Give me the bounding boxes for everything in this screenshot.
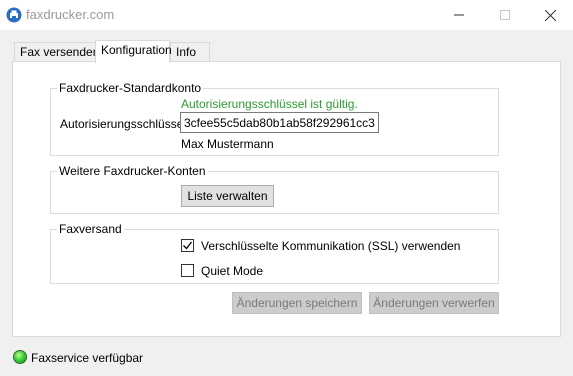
fax-send-group: Faxversand Verschlüsselte Kommunikation …: [50, 222, 499, 284]
tab-strip: Fax versenden Konfiguration Info: [0, 40, 573, 63]
key-valid-message: Autorisierungsschlüssel ist gültig.: [181, 97, 358, 111]
checkmark-icon: [183, 241, 193, 250]
fax-send-legend: Faxversand: [57, 222, 124, 236]
authorization-key-input[interactable]: [180, 112, 379, 133]
minimize-icon: [454, 14, 464, 16]
close-icon: [544, 9, 556, 21]
fax-printer-app-icon: [6, 7, 22, 23]
tab-info[interactable]: Info: [170, 42, 210, 62]
quiet-mode-label[interactable]: Quiet Mode: [201, 264, 263, 278]
tab-fax-versenden[interactable]: Fax versenden: [14, 42, 99, 62]
ssl-label[interactable]: Verschlüsselte Kommunikation (SSL) verwe…: [201, 239, 460, 253]
account-user-name: Max Mustermann: [181, 137, 274, 151]
discard-changes-button[interactable]: Änderungen verwerfen: [369, 292, 499, 314]
tab-konfiguration[interactable]: Konfiguration: [95, 40, 172, 63]
standard-account-group: Faxdrucker-Standardkonto Autorisierungss…: [50, 81, 499, 156]
maximize-icon: [500, 10, 510, 20]
window-title: faxdrucker.com: [26, 7, 115, 22]
quiet-mode-checkbox[interactable]: [181, 264, 194, 277]
other-accounts-legend: Weitere Faxdrucker-Konten: [57, 164, 208, 178]
title-bar: faxdrucker.com: [0, 0, 573, 30]
ssl-checkbox[interactable]: [181, 239, 194, 252]
standard-account-legend: Faxdrucker-Standardkonto: [57, 81, 204, 95]
save-changes-button[interactable]: Änderungen speichern: [232, 292, 362, 314]
key-label: Autorisierungsschlüssel:: [60, 117, 190, 131]
configuration-panel: Faxdrucker-Standardkonto Autorisierungss…: [12, 61, 561, 337]
close-button[interactable]: [527, 0, 573, 30]
maximize-button: [482, 0, 528, 30]
service-status-text: Faxservice verfügbar: [31, 351, 144, 365]
manage-list-button[interactable]: Liste verwalten: [181, 185, 274, 207]
service-status-indicator-icon: [13, 350, 27, 364]
minimize-button[interactable]: [436, 0, 482, 30]
other-accounts-group: Weitere Faxdrucker-Konten Liste verwalte…: [50, 164, 499, 214]
